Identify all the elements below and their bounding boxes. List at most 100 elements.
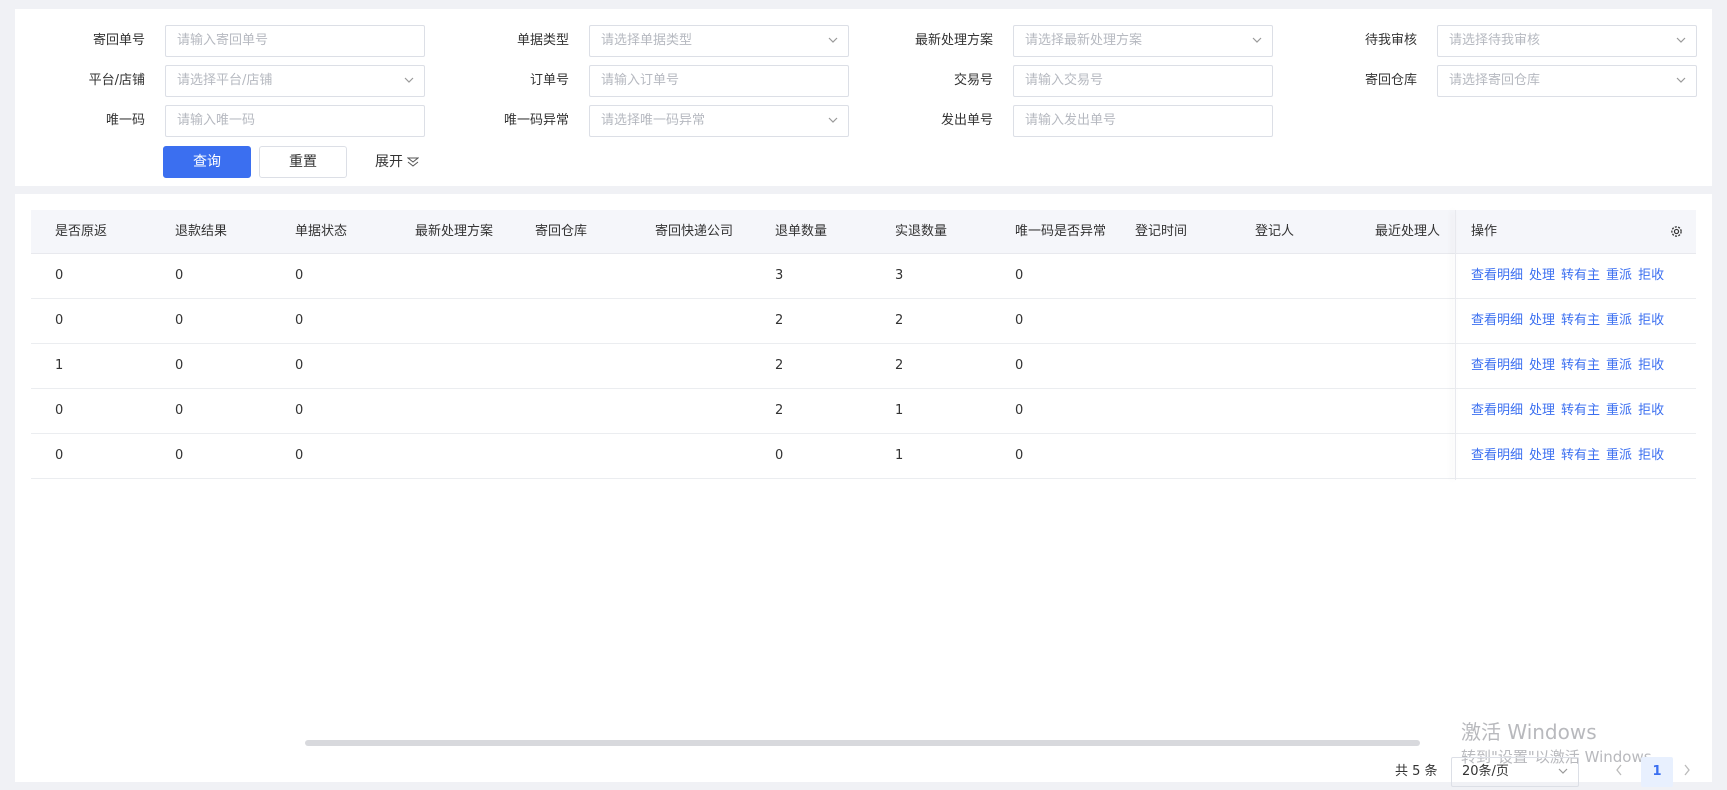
gear-icon[interactable]	[1670, 225, 1683, 238]
filter-input[interactable]: 请输入寄回单号	[165, 25, 425, 57]
table-cell: 0	[55, 313, 64, 328]
row-action-link[interactable]: 处理	[1529, 403, 1555, 418]
filter-label: 寄回仓库	[1364, 73, 1417, 88]
row-actions: 查看明细 处理 转有主 重派 拒收	[1471, 344, 1670, 388]
next-page-icon[interactable]	[1683, 764, 1691, 776]
filter-placeholder: 请输入交易号	[1025, 73, 1104, 88]
filter-label: 最新处理方案	[914, 33, 993, 48]
chevron-down-icon	[828, 37, 838, 43]
table-cell: 2	[775, 403, 784, 418]
column-header: 实退数量	[895, 224, 948, 239]
reset-button[interactable]: 重置	[259, 146, 347, 178]
row-action-link[interactable]: 转有主	[1561, 403, 1600, 418]
chevron-down-icon	[1252, 37, 1262, 43]
row-action-link[interactable]: 重派	[1606, 268, 1632, 283]
column-header: 登记人	[1255, 224, 1295, 239]
table-cell: 0	[175, 358, 184, 373]
filter-placeholder: 请输入唯一码	[177, 113, 256, 128]
filter-select[interactable]: 请选择唯一码异常	[589, 105, 849, 137]
column-header: 退款结果	[175, 224, 228, 239]
row-action-link[interactable]: 拒收	[1638, 358, 1664, 373]
column-header: 寄回仓库	[535, 224, 588, 239]
filter-label: 寄回单号	[92, 33, 145, 48]
row-action-link[interactable]: 查看明细	[1471, 403, 1523, 418]
page-button-current[interactable]: 1	[1641, 757, 1673, 787]
row-action-link[interactable]: 重派	[1606, 313, 1632, 328]
table-cell: 0	[55, 448, 64, 463]
table-cell: 0	[175, 313, 184, 328]
table-panel: 是否原返 退款结果 单据状态 最新处理方案 寄回仓库 寄回快递公司 退单数量 实退数量 唯一码是…	[15, 194, 1712, 787]
filter-select[interactable]: 请选择单据类型	[589, 25, 849, 57]
column-header: 是否原返	[55, 224, 108, 239]
filter-label: 发出单号	[940, 113, 993, 128]
row-action-link[interactable]: 查看明细	[1471, 268, 1523, 283]
filter-input[interactable]: 请输入唯一码	[165, 105, 425, 137]
row-action-link[interactable]: 处理	[1529, 313, 1555, 328]
page-size-select[interactable]: 20条/页	[1451, 757, 1579, 787]
row-action-link[interactable]: 处理	[1529, 358, 1555, 373]
table-cell: 2	[895, 358, 904, 373]
table-cell: 0	[295, 313, 304, 328]
row-action-link[interactable]: 转有主	[1561, 448, 1600, 463]
filter-placeholder: 请选择最新处理方案	[1025, 33, 1143, 48]
row-action-link[interactable]: 拒收	[1638, 313, 1664, 328]
filter-placeholder: 请输入订单号	[601, 73, 680, 88]
row-action-link[interactable]: 拒收	[1638, 448, 1664, 463]
table-row[interactable]: 0 0 0 0 1 0 查看明细 处理 转有主 重派 拒收	[31, 434, 1696, 479]
table-cell: 0	[175, 268, 184, 283]
row-action-link[interactable]: 重派	[1606, 358, 1632, 373]
table-row[interactable]: 0 0 0 3 3 0 查看明细 处理 转有主 重派 拒收	[31, 254, 1696, 299]
filter-input[interactable]: 请输入订单号	[589, 65, 849, 97]
column-header: 最新处理方案	[415, 224, 494, 239]
column-header: 单据状态	[295, 224, 348, 239]
row-action-link[interactable]: 查看明细	[1471, 448, 1523, 463]
row-action-link[interactable]: 重派	[1606, 403, 1632, 418]
row-action-link[interactable]: 重派	[1606, 448, 1632, 463]
table-cell: 0	[1015, 313, 1024, 328]
filter-label: 待我审核	[1364, 33, 1417, 48]
filter-label: 唯一码	[105, 113, 145, 128]
table-header: 是否原返 退款结果 单据状态 最新处理方案 寄回仓库 寄回快递公司 退单数量 实退数量 唯一码是…	[31, 210, 1696, 254]
expand-icon	[406, 157, 420, 167]
row-actions: 查看明细 处理 转有主 重派 拒收	[1471, 254, 1670, 298]
row-action-link[interactable]: 查看明细	[1471, 358, 1523, 373]
row-action-link[interactable]: 查看明细	[1471, 313, 1523, 328]
table-cell: 1	[895, 403, 904, 418]
table-row[interactable]: 0 0 0 2 1 0 查看明细 处理 转有主 重派 拒收	[31, 389, 1696, 434]
filter-placeholder: 请选择寄回仓库	[1449, 73, 1541, 88]
filter-input[interactable]: 请输入发出单号	[1013, 105, 1273, 137]
table-row[interactable]: 0 0 0 2 2 0 查看明细 处理 转有主 重派 拒收	[31, 299, 1696, 344]
search-button[interactable]: 查询	[163, 146, 251, 178]
filter-select[interactable]: 请选择平台/店铺	[165, 65, 425, 97]
row-action-link[interactable]: 转有主	[1561, 313, 1600, 328]
table-cell: 0	[1015, 268, 1024, 283]
table-cell: 0	[775, 448, 784, 463]
filter-label: 平台/店铺	[88, 73, 145, 88]
filter-label: 单据类型	[516, 33, 569, 48]
filter-label: 订单号	[529, 73, 569, 88]
column-header: 唯一码是否异常	[1015, 224, 1107, 239]
filter-placeholder: 请选择待我审核	[1449, 33, 1541, 48]
filter-input[interactable]: 请输入交易号	[1013, 65, 1273, 97]
prev-page-icon[interactable]	[1615, 764, 1623, 776]
filter-select[interactable]: 请选择待我审核	[1437, 25, 1697, 57]
row-actions: 查看明细 处理 转有主 重派 拒收	[1471, 299, 1670, 343]
row-action-link[interactable]: 转有主	[1561, 358, 1600, 373]
table-cell: 2	[775, 358, 784, 373]
table-cell: 0	[295, 448, 304, 463]
expand-button[interactable]: 展开	[375, 146, 435, 178]
horizontal-scrollbar[interactable]	[305, 740, 1420, 746]
filter-select[interactable]: 请选择寄回仓库	[1437, 65, 1697, 97]
page-size-value: 20条/页	[1462, 764, 1509, 779]
filter-select[interactable]: 请选择最新处理方案	[1013, 25, 1273, 57]
table-row[interactable]: 1 0 0 2 2 0 查看明细 处理 转有主 重派 拒收	[31, 344, 1696, 389]
row-action-link[interactable]: 处理	[1529, 268, 1555, 283]
row-actions: 查看明细 处理 转有主 重派 拒收	[1471, 389, 1670, 433]
row-action-link[interactable]: 拒收	[1638, 268, 1664, 283]
row-action-link[interactable]: 拒收	[1638, 403, 1664, 418]
row-action-link[interactable]: 转有主	[1561, 268, 1600, 283]
filter-placeholder: 请输入寄回单号	[177, 33, 269, 48]
row-action-link[interactable]: 处理	[1529, 448, 1555, 463]
filter-placeholder: 请选择平台/店铺	[177, 73, 273, 88]
column-header: 最近处理人	[1375, 224, 1441, 239]
